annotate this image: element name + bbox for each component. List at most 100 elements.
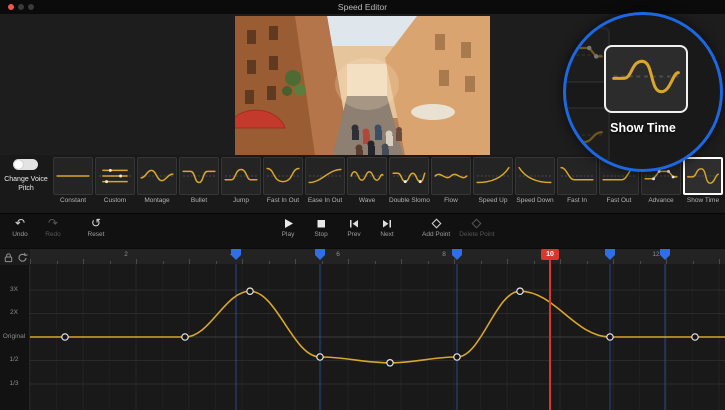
playhead-marker[interactable]: 10 — [541, 249, 559, 260]
speed-scale-column: 3X2XOriginal1/21/3 — [0, 264, 30, 410]
playhead-line[interactable] — [549, 260, 551, 410]
ruler-tick — [693, 261, 694, 264]
voice-pitch-toggle[interactable] — [13, 159, 38, 170]
speed-scale-label: 1/2 — [0, 356, 28, 363]
ruler-tick — [110, 261, 111, 264]
ruler-tick — [83, 259, 84, 264]
speed-scale-label: 2X — [0, 309, 28, 316]
ruler-tick — [454, 259, 455, 264]
preset-label: Speed Down — [515, 197, 555, 204]
ease-in-out-curve — [305, 157, 345, 195]
preset-wave[interactable]: Wave — [347, 157, 387, 204]
next-frame-button[interactable]: Next — [375, 217, 399, 238]
ruler-tick — [136, 259, 137, 264]
speed-down-curve — [515, 157, 555, 195]
preset-fast-in-out[interactable]: Fast In Out — [263, 157, 303, 204]
preset-label: Constant — [53, 197, 93, 204]
lock-icon[interactable] — [3, 252, 14, 263]
preset-speed-up[interactable]: Speed Up — [473, 157, 513, 204]
street-scene-image — [235, 16, 490, 155]
undo-button[interactable]: ↶ Undo — [8, 217, 32, 238]
speed-editor-app: Speed Editor — [0, 0, 725, 410]
preset-label: Wave — [347, 197, 387, 204]
reset-button[interactable]: ↺ Reset — [84, 217, 108, 238]
wave-curve — [347, 157, 387, 195]
delete-point-button[interactable]: Delete Point — [459, 217, 494, 238]
ruler-tick — [719, 259, 720, 264]
ruler-label: 12 — [652, 251, 659, 258]
preset-label: Double Slomo — [389, 197, 429, 204]
preset-jump[interactable]: Jump — [221, 157, 261, 204]
add-point-button[interactable]: Add Point — [422, 217, 450, 238]
reset-icon: ↺ — [84, 217, 108, 230]
ruler-tick — [375, 261, 376, 264]
preset-fast-in[interactable]: Fast In — [557, 157, 597, 204]
stop-button[interactable]: Stop — [309, 217, 333, 238]
magnifier-ghost-preset — [563, 107, 610, 163]
magnifier-label: Show Time — [566, 121, 720, 135]
preset-bullet[interactable]: Bullet — [179, 157, 219, 204]
ruler-tick — [666, 259, 667, 264]
ruler-label: 6 — [336, 251, 340, 258]
preset-label: Ease In Out — [305, 197, 345, 204]
sliders — [95, 157, 135, 195]
preset-constant[interactable]: Constant — [53, 157, 93, 204]
speed-scale-label: 1/3 — [0, 380, 28, 387]
preset-label: Advance — [641, 197, 681, 204]
preset-custom[interactable]: Custom — [95, 157, 135, 204]
preset-speed-down[interactable]: Speed Down — [515, 157, 555, 204]
preset-label: Fast In — [557, 197, 597, 204]
ruler-label: 2 — [124, 251, 128, 258]
jump-curve — [221, 157, 261, 195]
preset-label: Jump — [221, 197, 261, 204]
flow-curve — [431, 157, 471, 195]
title-bar: Speed Editor — [0, 0, 725, 14]
ruler-tick — [401, 259, 402, 264]
ruler-tick — [30, 259, 31, 264]
speed-curve-editor[interactable]: 3X2XOriginal1/21/3 — [0, 264, 725, 410]
preset-ease-in-out[interactable]: Ease In Out — [305, 157, 345, 204]
refresh-icon[interactable] — [17, 252, 28, 263]
next-icon — [375, 217, 399, 230]
toolbar: ↶ Undo ↷ Redo ↺ Reset Play — [0, 213, 725, 248]
prev-frame-button[interactable]: Prev — [342, 217, 366, 238]
ruler-tick — [640, 261, 641, 264]
magnified-preset-thumbnail — [604, 45, 688, 113]
ruler-tick — [534, 261, 535, 264]
delete-point-icon — [459, 217, 494, 230]
preset-label: Montage — [137, 197, 177, 204]
toggle-knob — [14, 160, 23, 169]
preset-label: Speed Up — [473, 197, 513, 204]
ruler-tick — [216, 261, 217, 264]
voice-pitch-section: Change Voice Pitch — [0, 155, 52, 213]
preset-label: Custom — [95, 197, 135, 204]
video-preview — [235, 16, 490, 155]
stop-icon — [309, 217, 333, 230]
magnifier-ghost-preset — [563, 27, 610, 83]
preset-montage[interactable]: Montage — [137, 157, 177, 204]
redo-button[interactable]: ↷ Redo — [41, 217, 65, 238]
magnifier-callout: Show Time — [563, 12, 723, 172]
preset-double-slomo[interactable]: Double Slomo — [389, 157, 429, 204]
ruler-tick — [613, 259, 614, 264]
preset-label: Fast In Out — [263, 197, 303, 204]
ruler-tick — [189, 259, 190, 264]
ruler-tick — [507, 259, 508, 264]
preset-flow[interactable]: Flow — [431, 157, 471, 204]
timeline-ruler[interactable]: 24681012 — [0, 248, 725, 264]
speed-up-curve — [473, 157, 513, 195]
redo-icon: ↷ — [41, 217, 65, 230]
montage-curve — [137, 157, 177, 195]
ruler-tick — [587, 261, 588, 264]
ruler-tick — [163, 261, 164, 264]
prev-icon — [342, 217, 366, 230]
constant-curve — [53, 157, 93, 195]
preset-show-time[interactable]: Show Time — [683, 157, 723, 204]
bullet-curve — [179, 157, 219, 195]
ruler-tick — [295, 259, 296, 264]
play-button[interactable]: Play — [276, 217, 300, 238]
preset-label: Flow — [431, 197, 471, 204]
window-title: Speed Editor — [0, 0, 725, 14]
ruler-tick — [57, 261, 58, 264]
speed-curve-canvas[interactable] — [0, 264, 725, 410]
